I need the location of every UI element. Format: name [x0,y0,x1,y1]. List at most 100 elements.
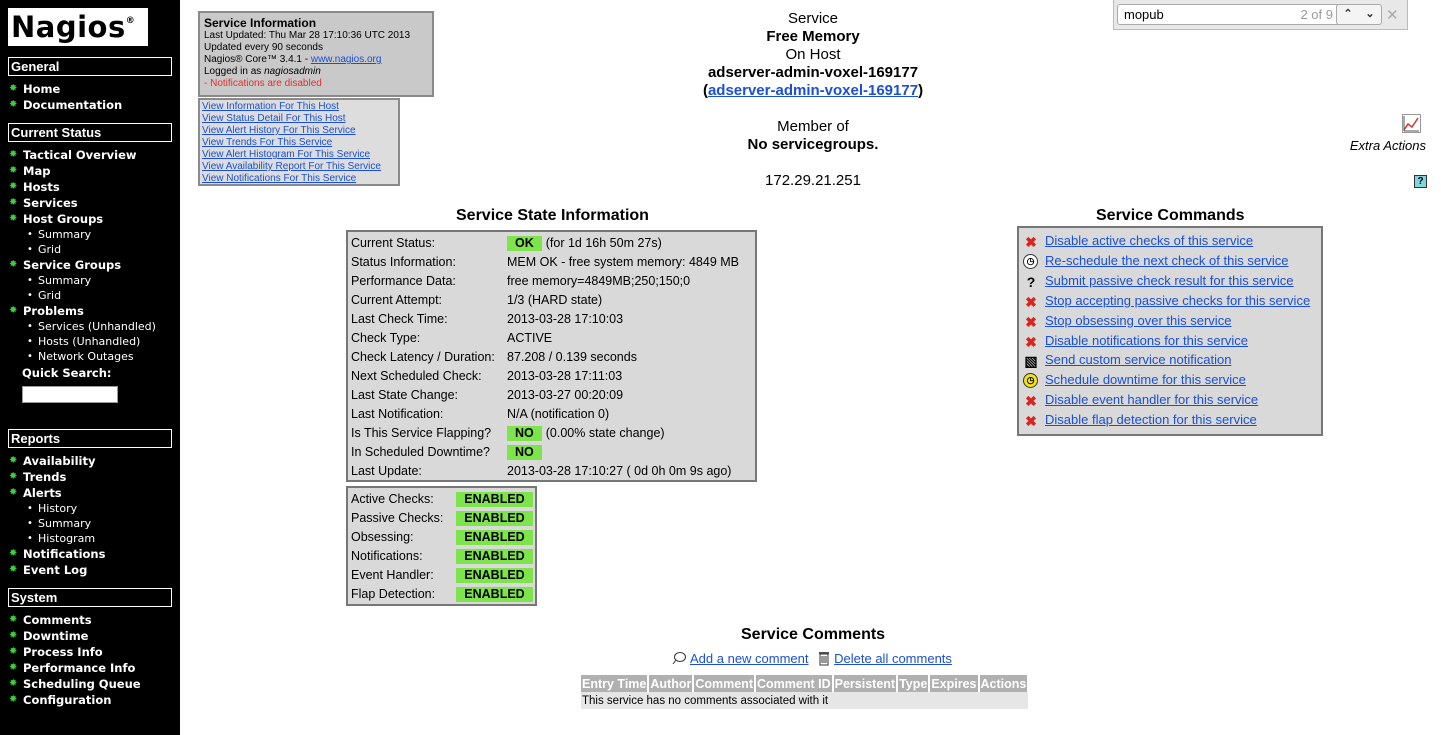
command-link[interactable]: Disable event handler for this service [1045,390,1258,410]
sidebar-item-configuration[interactable]: ✸ Configuration [8,692,178,708]
sidebar-item-hosts[interactable]: ✸ Hosts [8,179,178,195]
sidebar-link[interactable]: Performance Info [23,661,135,675]
command-link[interactable]: Re-schedule the next check of this servi… [1045,251,1289,271]
sidebar-link[interactable]: Grid [38,289,61,302]
sidebar-link[interactable]: Summary [38,274,91,287]
sidebar-item-services-unhandled[interactable]: • Services (Unhandled) [8,319,178,334]
sidebar-link[interactable]: Downtime [23,629,88,643]
sidebar-link[interactable]: Network Outages [38,350,134,363]
sidebar-link[interactable]: Event Log [23,563,87,577]
sidebar-item-scheduling-queue[interactable]: ✸ Scheduling Queue [8,676,178,692]
link-view-trends-for-this-service[interactable]: View Trends For This Service [202,137,396,149]
sidebar-item-tactical-overview[interactable]: ✸ Tactical Overview [8,147,178,163]
link-view-alert-history-for-this-service[interactable]: View Alert History For This Service [202,125,396,137]
sidebar-link[interactable]: Grid [38,243,61,256]
link-view-notifications-for-this-service[interactable]: View Notifications For This Service [202,173,396,185]
sidebar-item-performance-info[interactable]: ✸ Performance Info [8,660,178,676]
nagios-org-link[interactable]: www.nagios.org [311,54,382,65]
sidebar-item-history[interactable]: • History [8,501,178,516]
sidebar-link[interactable]: Availability [23,454,95,468]
disable-x-icon: ✖ [1025,234,1037,250]
status-badge: OK [507,236,542,251]
sidebar-link[interactable]: Services [23,196,78,210]
sidebar-link[interactable]: Trends [23,470,66,484]
sidebar-item-services[interactable]: ✸ Services [8,195,178,211]
quick-search-input[interactable] [22,386,118,403]
sidebar-link[interactable]: Alerts [23,486,62,500]
sidebar-item-host-groups[interactable]: ✸ Host Groups [8,211,178,227]
command-link[interactable]: Submit passive check result for this ser… [1045,271,1294,291]
service-name: Free Memory [766,28,860,45]
sidebar-item-grid[interactable]: • Grid [8,242,178,257]
sidebar-link[interactable]: Map [23,164,50,178]
sidebar-item-documentation[interactable]: ✸ Documentation [8,97,178,113]
delete-comments-link[interactable]: Delete all comments [834,651,952,666]
command-link[interactable]: Disable notifications for this service [1045,331,1248,351]
command-link[interactable]: Disable flap detection for this service [1045,410,1257,430]
sidebar-link[interactable]: Documentation [23,98,122,112]
sidebar-link[interactable]: Histogram [38,532,95,545]
find-close-icon[interactable]: ✕ [1386,6,1399,24]
sidebar-item-hosts-unhandled[interactable]: • Hosts (Unhandled) [8,334,178,349]
enabled-badge: ENABLED [456,549,533,564]
link-view-alert-histogram-for-this-service[interactable]: View Alert Histogram For This Service [202,149,396,161]
command-link[interactable]: Schedule downtime for this service [1045,370,1246,390]
sidebar-item-service-groups[interactable]: ✸ Service Groups [8,257,178,273]
sidebar-link[interactable]: Problems [23,304,84,318]
star-bullet-icon: ✸ [9,455,18,466]
sidebar-item-alerts[interactable]: ✸ Alerts [8,485,178,501]
sidebar-item-home[interactable]: ✸ Home [8,81,178,97]
sidebar-item-histogram[interactable]: • Histogram [8,531,178,546]
sidebar-link[interactable]: Hosts [23,180,60,194]
link-view-information-for-this-host[interactable]: View Information For This Host [202,101,396,113]
sidebar-item-summary[interactable]: • Summary [8,516,178,531]
sidebar-link[interactable]: Tactical Overview [23,148,137,162]
sidebar-link[interactable]: Services (Unhandled) [38,320,156,333]
sidebar-item-downtime[interactable]: ✸ Downtime [8,628,178,644]
comments-empty-row: This service has no comments associated … [581,692,1029,709]
nagios-logo[interactable]: Nagios® [8,8,148,46]
sidebar-item-event-log[interactable]: ✸ Event Log [8,562,178,578]
sidebar-item-network-outages[interactable]: • Network Outages [8,349,178,364]
sidebar-item-notifications[interactable]: ✸ Notifications [8,546,178,562]
command-link[interactable]: Disable active checks of this service [1045,231,1253,251]
sidebar-item-map[interactable]: ✸ Map [8,163,178,179]
nav-current-status: ✸ Tactical Overview ✸ Map ✸ Hosts ✸ Services ✸ Ho… [8,147,178,364]
find-prev-icon[interactable]: ⌃ [1337,5,1359,24]
sidebar-item-problems[interactable]: ✸ Problems [8,303,178,319]
sidebar-link[interactable]: Hosts (Unhandled) [38,335,140,348]
find-input[interactable]: mopub 2 of 9 [1117,4,1342,25]
enabled-badge: ENABLED [456,568,533,583]
sidebar-link[interactable]: History [38,502,77,515]
star-bullet-icon: ✸ [9,259,18,270]
sidebar-link[interactable]: Scheduling Queue [23,677,141,691]
command-link[interactable]: Stop accepting passive checks for this s… [1045,291,1310,311]
sidebar-link[interactable]: Notifications [23,547,105,561]
sidebar-item-availability[interactable]: ✸ Availability [8,453,178,469]
add-comment-link[interactable]: Add a new comment [690,651,809,666]
sidebar-link[interactable]: Summary [38,517,91,530]
sidebar-link[interactable]: Home [23,82,60,96]
sidebar-link[interactable]: Service Groups [23,258,121,272]
enabled-badge: ENABLED [456,511,533,526]
sidebar-link[interactable]: Comments [23,613,92,627]
host-link[interactable]: adserver-admin-voxel-169177 [708,82,918,99]
sidebar-item-summary[interactable]: • Summary [8,273,178,288]
sidebar-item-comments[interactable]: ✸ Comments [8,612,178,628]
command-link[interactable]: Stop obsessing over this service [1045,311,1231,331]
graph-icon[interactable] [1402,114,1421,133]
link-view-availability-report-for-this-service[interactable]: View Availability Report For This Servic… [202,161,396,173]
state-title: Service State Information [456,207,649,224]
sidebar-link[interactable]: Configuration [23,693,111,707]
sidebar-item-trends[interactable]: ✸ Trends [8,469,178,485]
find-next-icon[interactable]: ⌄ [1359,5,1381,24]
sidebar-item-summary[interactable]: • Summary [8,227,178,242]
command-link[interactable]: Send custom service notification [1045,350,1231,370]
sidebar-link[interactable]: Summary [38,228,91,241]
sidebar-link[interactable]: Process Info [23,645,103,659]
link-view-status-detail-for-this-host[interactable]: View Status Detail For This Host [202,113,396,125]
sidebar-item-process-info[interactable]: ✸ Process Info [8,644,178,660]
help-icon[interactable]: ? [1414,175,1427,188]
sidebar-link[interactable]: Host Groups [23,212,103,226]
sidebar-item-grid[interactable]: • Grid [8,288,178,303]
